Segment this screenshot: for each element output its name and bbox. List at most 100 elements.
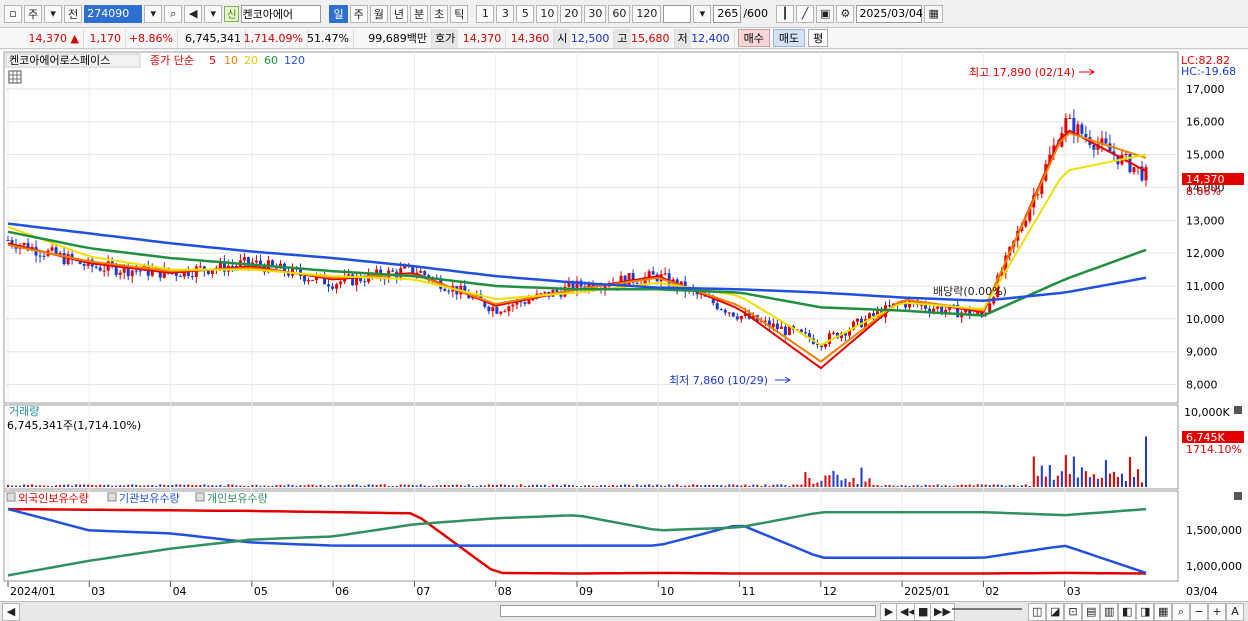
volume-bar [247,486,250,487]
stock-code-input[interactable]: 274090 [84,4,143,23]
volume-bar [664,485,667,487]
font-size-icon[interactable]: A [1226,602,1244,621]
scroll-thumb[interactable] [500,605,876,617]
period-tab-second[interactable]: 초 [430,4,449,23]
interval-120[interactable]: 120 [632,4,662,23]
draw-icon[interactable]: ╱ [796,4,815,23]
sound-dropdown-icon[interactable]: ▾ [204,4,223,23]
calendar-icon[interactable]: ▦ [924,4,943,23]
interval-dropdown-icon[interactable]: ▾ [693,4,712,23]
zoom-in-icon[interactable]: + [1208,602,1226,621]
speed-slider[interactable] [952,608,1022,610]
interval-5[interactable]: 5 [516,4,535,23]
interval-1[interactable]: 1 [476,4,495,23]
date-input[interactable]: 2025/03/04 [856,4,923,23]
chart-list-icon[interactable]: ▤ [1082,602,1101,621]
save-icon[interactable]: ▣ [816,4,835,23]
candle-body [503,311,507,313]
candle-body [50,247,54,251]
zoom-window-icon[interactable]: ◪ [1046,602,1065,621]
search-icon[interactable]: ⌕ [164,4,183,23]
period-tab-week[interactable]: 주 [349,4,368,23]
candle-body [719,309,723,311]
interval-10[interactable]: 10 [536,4,559,23]
candle-body [419,271,423,273]
chart-split-icon[interactable]: ◧ [1118,602,1137,621]
candle-body [1068,117,1072,119]
scroll-left-icon[interactable]: ◀ [2,602,20,621]
stock-chart[interactable]: 17,00016,00015,00014,00013,00012,00011,0… [0,50,1248,601]
volume-bar [1104,459,1107,487]
chart-merge-icon[interactable]: ◨ [1136,602,1155,621]
volume-bar [67,484,70,487]
sell-button[interactable]: 매도 [772,29,806,47]
custom-interval-input[interactable] [663,4,692,23]
interval-3[interactable]: 3 [496,4,515,23]
period-tab-tick[interactable]: 틱 [450,4,469,23]
volume-bar [680,485,683,487]
volume-bar [612,485,615,487]
code-dropdown-icon[interactable]: ▾ [144,4,163,23]
period-tab-minute[interactable]: 분 [409,4,429,23]
candle-icon[interactable]: ┃ [776,4,795,23]
volume-bar [860,467,863,487]
zoom-box-icon[interactable]: ◫ [1028,602,1047,621]
period-tab-year[interactable]: 년 [389,4,408,23]
volume-bar [395,485,398,487]
volume-bar [211,485,214,487]
volume-bar [559,485,562,487]
legend-stock-name: 켄코아에어로스페이스 [9,54,110,67]
volume-bar [704,484,707,487]
zoom-search-icon[interactable]: ⌕ [1172,602,1190,621]
volume-bar [155,485,158,487]
volume-bar [123,485,126,487]
volume-bar [1012,484,1015,487]
volume-bar [592,485,595,487]
eval-button[interactable]: 평 [808,29,829,47]
volume-bar [83,484,86,487]
chevron-down-icon[interactable]: ▾ [44,4,63,23]
volume-bar [1080,467,1083,487]
volume-bar [932,485,935,487]
holding-panel-close-icon[interactable] [1234,492,1242,500]
zoom-out-icon[interactable]: − [1190,602,1208,621]
prev-button[interactable]: 전 [64,4,83,23]
interval-30[interactable]: 30 [584,4,607,23]
chart-grid-icon[interactable]: ▦ [1154,602,1173,621]
holding-panel [3,490,1179,582]
volume-bar [1068,474,1071,487]
ask-price: 14,370 [458,28,507,48]
gear-icon[interactable]: ⚙ [836,4,855,23]
interval-60[interactable]: 60 [608,4,631,23]
volume-bar [756,484,759,487]
volume-bar [804,472,807,487]
volume-bar [580,486,583,487]
buy-button[interactable]: 매수 [737,29,770,47]
interval-20[interactable]: 20 [560,4,583,23]
table-icon[interactable] [8,70,22,84]
candle-body [42,255,46,257]
open-price: 12,500 [570,28,615,48]
zoom-fit-icon[interactable]: ⊡ [1064,602,1082,621]
period-tab-day[interactable]: 일 [329,4,348,23]
bid-price: 14,360 [506,28,555,48]
count-input[interactable]: 265 [713,4,742,23]
period-prefix-select[interactable]: 주 [24,4,43,23]
foreign-legend-icon [6,492,16,502]
volume-bar [527,485,530,487]
candle-body [230,265,234,267]
chart-copy-icon[interactable]: ▥ [1100,602,1119,621]
scrollbar[interactable]: ◀ ▶ ◀◀ ■ ▶▶ ◫ ◪ ⊡ ▤ ▥ ◧ ◨ ▦ ⌕ − + A [0,601,1248,621]
volume-bar [1084,471,1087,487]
volume-bar [119,485,122,487]
volume-bar [279,484,282,487]
volume-bar [1036,475,1039,487]
period-tab-month[interactable]: 월 [369,4,388,23]
volume-bar [676,484,679,487]
volume-panel-close-icon[interactable] [1234,406,1242,414]
sound-icon[interactable]: ◀ [184,4,203,23]
candle-body [1084,133,1088,138]
window-icon[interactable]: ▫ [4,4,22,23]
play-icon[interactable]: ▶▶ [930,602,955,621]
chart-area[interactable]: 17,000 16,000 15,000 14,000 13,000 12,000 11,0… [0,50,1248,621]
